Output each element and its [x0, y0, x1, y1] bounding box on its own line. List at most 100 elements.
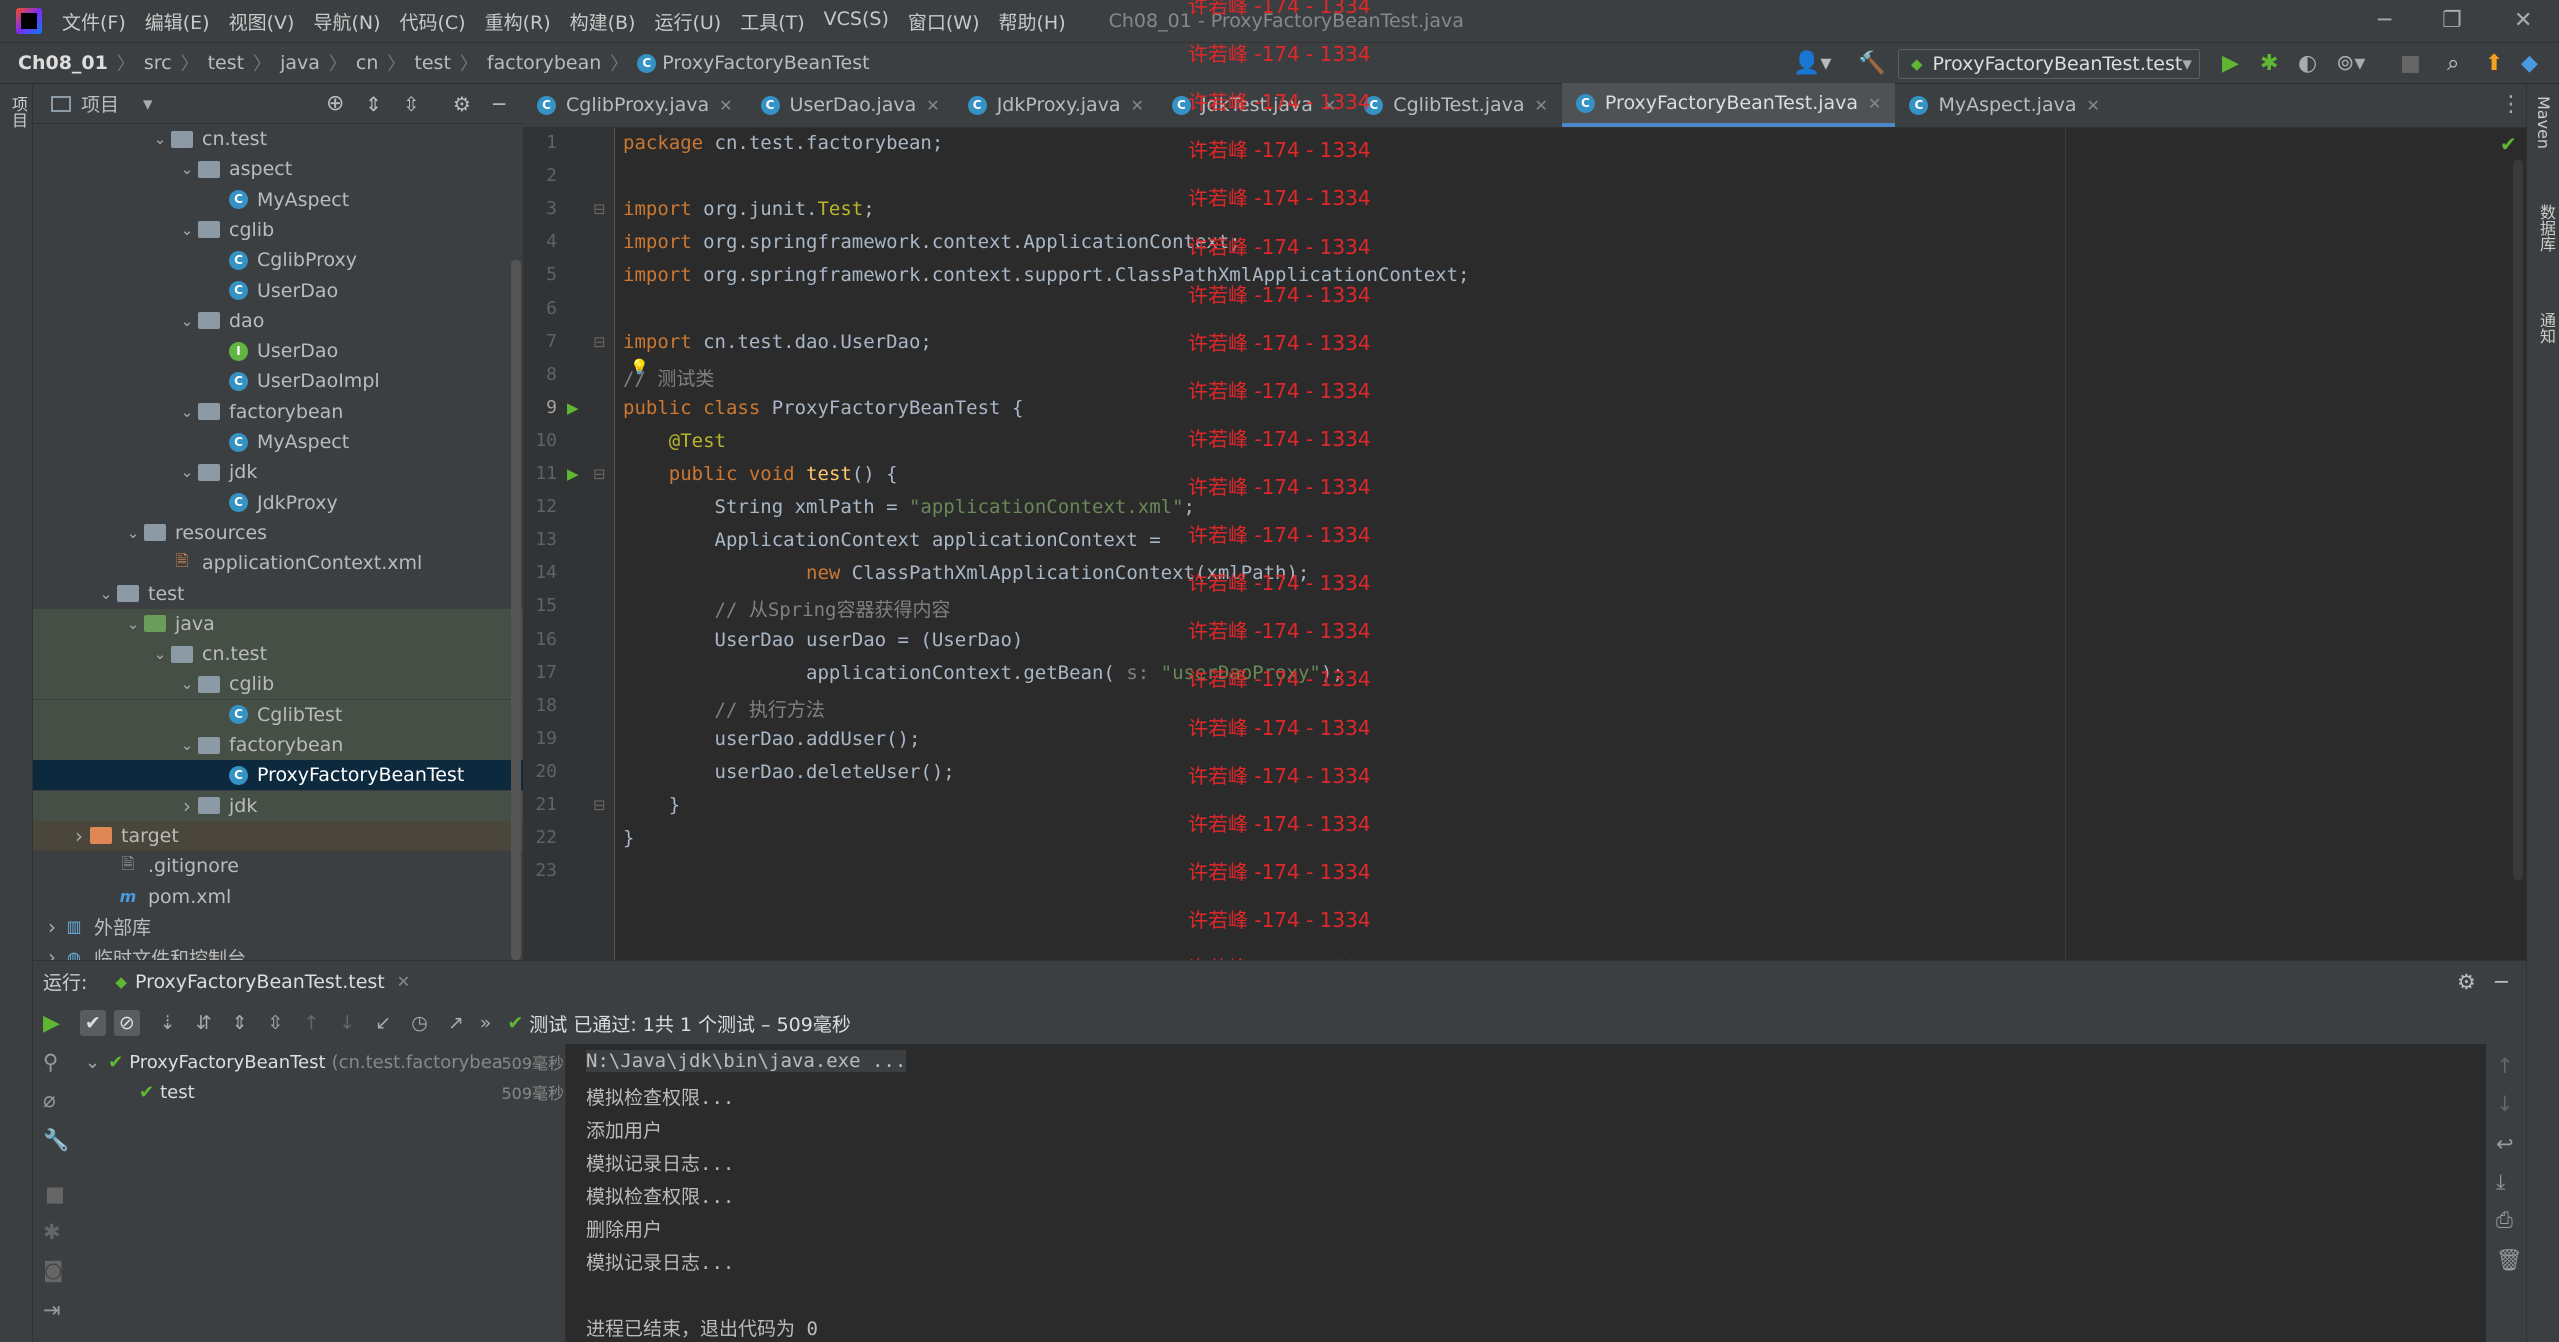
exit-icon[interactable]: ⇥ — [43, 1298, 61, 1322]
scroll-to-end-icon[interactable]: ⤓ — [2496, 1170, 2505, 1195]
run-test-gutter-icon[interactable]: ▶ — [567, 399, 579, 417]
menu-item[interactable]: VCS(S) — [824, 8, 889, 35]
close-tab-icon[interactable]: ✕ — [719, 96, 732, 115]
menu-item[interactable]: 工具(T) — [740, 8, 804, 35]
editor-tab[interactable]: C CglibTest.java ✕ — [1350, 83, 1562, 127]
chevron-right-icon[interactable]: › — [176, 794, 198, 818]
tree-item[interactable]: 🗎 applicationContext.xml — [33, 548, 523, 578]
show-ignored-icon[interactable]: ⊘ — [113, 1010, 140, 1036]
chevron-right-icon[interactable]: › — [68, 824, 90, 848]
tree-item[interactable]: ⌄ test — [33, 579, 523, 609]
notifications-tool-button[interactable]: 通知 — [2534, 312, 2558, 344]
more-tabs-icon[interactable]: ⋮ — [2500, 92, 2522, 117]
tree-item[interactable]: ⌄ java — [33, 608, 523, 639]
debug-icon[interactable]: ✱ — [2260, 51, 2278, 76]
fold-icon[interactable]: ⊟ — [593, 200, 606, 218]
fold-icon[interactable]: ⊟ — [593, 333, 606, 351]
collapse-all-icon[interactable]: ⇳ — [403, 92, 420, 116]
hide-panel-icon[interactable]: ─ — [2495, 970, 2508, 994]
editor-tab[interactable]: C CglibProxy.java ✕ — [523, 83, 747, 127]
tree-item[interactable]: › ◍ 临时文件和控制台 — [33, 942, 523, 960]
breadcrumb-item[interactable]: cn — [356, 52, 379, 74]
chevron-right-icon[interactable]: › — [41, 945, 63, 960]
close-tab-icon[interactable]: ✕ — [1535, 96, 1548, 115]
menu-item[interactable]: 窗口(W) — [908, 8, 980, 35]
menu-item[interactable]: 文件(F) — [62, 8, 126, 35]
close-tab-icon[interactable]: ✕ — [1868, 94, 1881, 113]
more-icon[interactable]: » — [480, 1012, 492, 1034]
tree-item[interactable]: C MyAspect — [33, 427, 523, 457]
run-config-selector[interactable]: ◆ ProxyFactoryBeanTest.test ▾ — [1898, 49, 2200, 79]
chevron-down-icon[interactable]: ⌄ — [149, 130, 171, 148]
project-scrollbar[interactable] — [511, 260, 521, 960]
editor-scrollbar[interactable] — [2513, 160, 2523, 880]
toolbox-icon[interactable]: ◆ — [2521, 51, 2538, 76]
close-window-icon[interactable]: ✕ — [2514, 8, 2532, 33]
database-tool-button[interactable]: 数据库 — [2534, 204, 2558, 252]
tree-item[interactable]: ⌄ factorybean — [33, 730, 523, 760]
close-tab-icon[interactable]: ✕ — [397, 972, 410, 991]
print-icon[interactable]: ⎙ — [2496, 1208, 2513, 1233]
wrench-icon[interactable]: 🔧 — [43, 1128, 69, 1153]
search-icon[interactable]: ⌕ — [2447, 51, 2459, 76]
console-output[interactable]: N:\Java\jdk\bin\java.exe ... 模拟检查权限... 添加用… — [566, 1044, 2486, 1342]
editor-tab[interactable]: C ProxyFactoryBeanTest.java ✕ — [1561, 83, 1896, 127]
tree-item[interactable]: ⌄ cglib — [33, 669, 523, 700]
chevron-down-icon[interactable]: ⌄ — [176, 463, 198, 481]
tree-item[interactable]: C UserDaoImpl — [33, 366, 523, 396]
editor-tab[interactable]: C JdkProxy.java ✕ — [954, 83, 1158, 127]
breadcrumb-item[interactable]: java — [280, 52, 320, 74]
breadcrumb-item[interactable]: test — [414, 52, 451, 74]
run-test-gutter-icon[interactable]: ▶ — [567, 465, 579, 483]
stop-icon[interactable]: ■ — [45, 1182, 65, 1206]
tree-item[interactable]: C ProxyFactoryBeanTest — [33, 760, 523, 791]
soft-wrap-icon[interactable]: ↩ — [2496, 1132, 2514, 1156]
tree-item[interactable]: ⌄ jdk — [33, 457, 523, 487]
project-tool-button[interactable]: 项目 — [6, 96, 30, 128]
gear-icon[interactable]: ⚙ — [2457, 970, 2476, 994]
chevron-down-icon[interactable]: ⌄ — [176, 312, 198, 330]
run-tab[interactable]: ProxyFactoryBeanTest.test — [135, 971, 385, 993]
chevron-right-icon[interactable]: › — [41, 915, 63, 939]
expand-all-icon[interactable]: ⇕ — [365, 92, 382, 116]
menu-item[interactable]: 重构(R) — [485, 8, 551, 35]
tree-item[interactable]: C MyAspect — [33, 185, 523, 215]
chevron-down-icon[interactable]: ⌄ — [176, 675, 198, 693]
tree-item[interactable]: › ▥ 外部库 — [33, 912, 523, 942]
chevron-down-icon[interactable]: ⌄ — [122, 615, 144, 633]
maven-tool-button[interactable]: Maven — [2534, 96, 2553, 149]
test-result-row[interactable]: ✔ test 509毫秒 — [75, 1078, 566, 1106]
scroll-up-icon[interactable]: ↑ — [2496, 1054, 2514, 1078]
chevron-down-icon[interactable]: ▾ — [143, 93, 153, 115]
menu-item[interactable]: 运行(U) — [654, 8, 721, 35]
code-editor[interactable]: package cn.test.factorybean; import org.j… — [615, 128, 2510, 960]
fold-icon[interactable]: ⊟ — [593, 465, 606, 483]
debug-attach-icon[interactable]: ⌀ — [43, 1088, 56, 1112]
import-results-icon[interactable]: ↙ — [375, 1012, 391, 1034]
export-icon[interactable]: ↗ — [448, 1012, 464, 1034]
chevron-down-icon[interactable]: ⌄ — [122, 524, 144, 542]
chevron-down-icon[interactable]: ⌄ — [85, 1052, 100, 1073]
tree-item[interactable]: ⌄ cn.test — [33, 124, 523, 154]
menu-item[interactable]: 导航(N) — [313, 8, 380, 35]
breadcrumb-item[interactable]: ProxyFactoryBeanTest — [662, 52, 869, 74]
restore-icon[interactable]: ❐ — [2442, 8, 2462, 33]
sort-duration-icon[interactable]: ⇵ — [196, 1012, 212, 1034]
breadcrumb-item[interactable]: Ch08_01 — [18, 52, 108, 74]
trash-icon[interactable]: 🗑 — [2496, 1248, 2523, 1273]
editor-tab[interactable]: C MyAspect.java ✕ — [1895, 83, 2113, 127]
tree-item[interactable]: ⌄ cn.test — [33, 639, 523, 670]
chevron-down-icon[interactable]: ⌄ — [176, 221, 198, 239]
history-icon[interactable]: ◷ — [411, 1012, 428, 1034]
build-hammer-icon[interactable]: 🔨 — [1858, 51, 1885, 76]
tree-item[interactable]: ⌄ cglib — [33, 215, 523, 245]
minimize-icon[interactable]: ─ — [2378, 8, 2391, 33]
hide-panel-icon[interactable]: ─ — [493, 92, 505, 116]
show-passed-icon[interactable]: ✔ — [79, 1010, 106, 1036]
breadcrumb-item[interactable]: src — [144, 52, 172, 74]
menu-item[interactable]: 视图(V) — [229, 8, 295, 35]
fold-icon[interactable]: ⊟ — [593, 796, 606, 814]
next-failed-icon[interactable]: ↓ — [339, 1012, 355, 1034]
tree-item[interactable]: C UserDao — [33, 276, 523, 306]
stop-icon[interactable]: ■ — [2400, 51, 2421, 76]
